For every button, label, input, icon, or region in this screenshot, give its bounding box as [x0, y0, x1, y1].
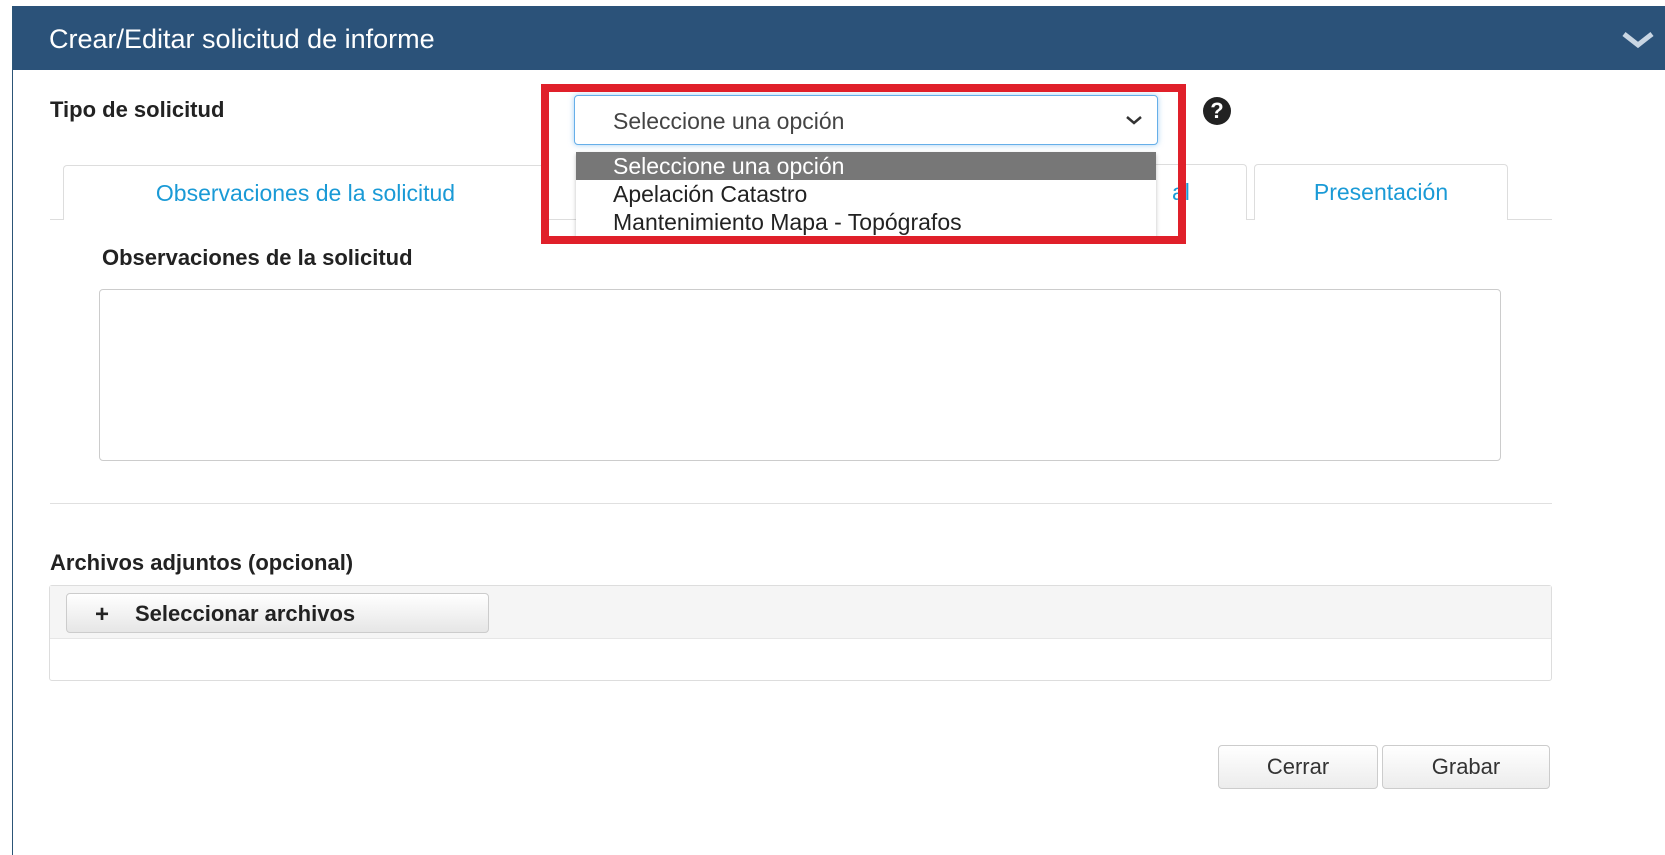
tab-observaciones[interactable]: Observaciones de la solicitud: [63, 165, 548, 220]
dropdown-option[interactable]: Seleccione una opción: [576, 152, 1156, 180]
section-divider: [50, 503, 1552, 504]
observaciones-textarea[interactable]: [99, 289, 1501, 461]
save-button[interactable]: Grabar: [1382, 745, 1550, 789]
panel-title: Crear/Editar solicitud de informe: [49, 24, 435, 54]
select-value: Seleccione una opción: [613, 108, 845, 134]
close-button[interactable]: Cerrar: [1218, 745, 1378, 789]
panel-header: Crear/Editar solicitud de informe: [13, 6, 1665, 70]
select-files-label: Seleccionar archivos: [135, 601, 356, 626]
tipo-solicitud-label: Tipo de solicitud: [50, 97, 225, 122]
dropdown-option[interactable]: Mantenimiento Mapa - Topógrafos: [576, 208, 1156, 236]
select-files-button[interactable]: + Seleccionar archivos: [66, 593, 489, 633]
chevron-down-icon[interactable]: [1620, 30, 1656, 50]
help-icon[interactable]: ?: [1203, 97, 1231, 125]
tipo-solicitud-select[interactable]: Seleccione una opción: [574, 95, 1158, 145]
archivos-label: Archivos adjuntos (opcional): [50, 550, 354, 575]
observaciones-heading: Observaciones de la solicitud: [102, 245, 413, 270]
tab-presentacion[interactable]: Presentación: [1254, 164, 1508, 220]
plus-icon: +: [95, 601, 110, 628]
chevron-down-icon: [1126, 116, 1142, 125]
tipo-solicitud-dropdown: Seleccione una opción Apelación Catastro…: [576, 152, 1156, 237]
dropdown-option[interactable]: Apelación Catastro: [576, 180, 1156, 208]
tab-partial[interactable]: al: [1151, 164, 1247, 220]
